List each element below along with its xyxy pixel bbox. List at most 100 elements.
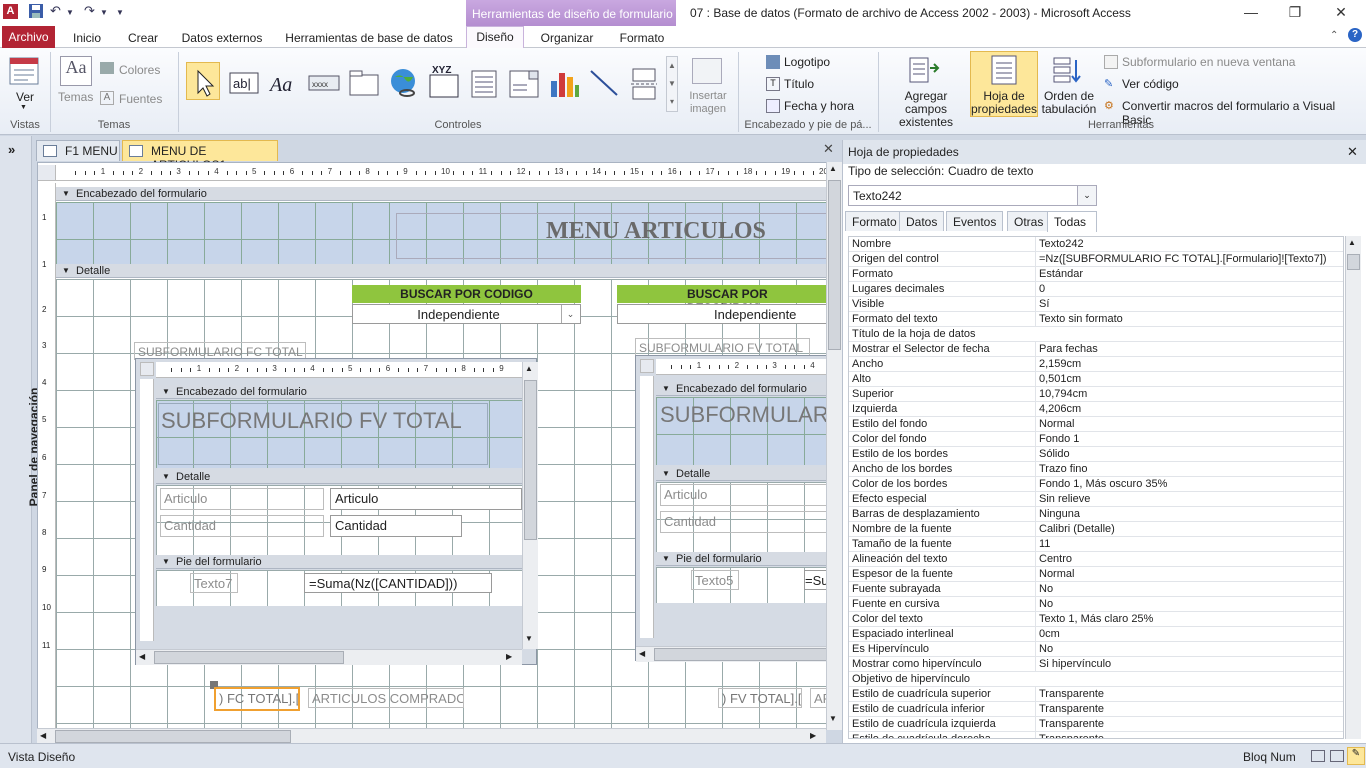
property-grid[interactable]: Nombre Texto242 Origen del control =Nz([SUB… xyxy=(848,236,1344,739)
property-value[interactable]: Centro xyxy=(1035,552,1343,566)
design-hthumb[interactable] xyxy=(55,730,291,743)
property-value[interactable]: 11 xyxy=(1035,537,1343,551)
property-value[interactable]: Texto 1, Más claro 25% xyxy=(1035,612,1343,626)
doc-tab-menu-articulos[interactable]: MENU DE ARTICULOS1 xyxy=(122,140,278,172)
property-value[interactable]: Ninguna xyxy=(1035,507,1343,521)
subform1-footer-section[interactable]: Pie del formulario xyxy=(156,555,522,569)
tab-order-icon[interactable] xyxy=(1052,54,1084,86)
property-value[interactable]: Calibri (Detalle) xyxy=(1035,522,1343,536)
ribbon-minimize-icon[interactable]: ⌃ xyxy=(1330,30,1338,41)
view-dropdown-icon[interactable]: ▼ xyxy=(20,104,27,111)
subform2-detail-section[interactable]: Detalle xyxy=(656,467,827,481)
articulo-field[interactable]: Articulo xyxy=(330,488,522,510)
close-window-icon[interactable]: ✕ xyxy=(1326,4,1356,24)
close-property-sheet-icon[interactable]: ✕ xyxy=(1347,144,1358,160)
redo-dropdown-icon[interactable]: ▼ xyxy=(100,8,108,28)
cantidad-label-2[interactable]: Cantidad xyxy=(660,511,827,533)
property-value[interactable]: 0 xyxy=(1035,282,1343,296)
tab-archivo[interactable]: Archivo xyxy=(2,26,55,48)
suma-cantidad-field[interactable]: =Suma(Nz([CANTIDAD])) xyxy=(304,573,492,593)
section-detail[interactable]: Detalle xyxy=(56,264,827,278)
property-row[interactable]: Efecto especial Sin relieve xyxy=(849,492,1343,507)
subform1-hscrollbar[interactable]: ◀ ▶ xyxy=(136,649,522,665)
select-pointer-icon[interactable] xyxy=(186,62,220,100)
buscar-codigo-header[interactable]: BUSCAR POR CODIGO xyxy=(352,285,581,303)
scroll-left-icon[interactable]: ◀ xyxy=(40,731,46,740)
texto5-label[interactable]: Texto5 xyxy=(691,570,739,590)
property-row[interactable]: Estilo de los bordes Sólido xyxy=(849,447,1343,462)
tab-crear[interactable]: Crear xyxy=(118,28,168,48)
subform1-vscrollbar[interactable]: ▲ ▼ xyxy=(522,362,538,649)
property-value[interactable]: No xyxy=(1035,582,1343,596)
property-value[interactable]: Fondo 1 xyxy=(1035,432,1343,446)
property-row[interactable]: Alineación del texto Centro xyxy=(849,552,1343,567)
property-sheet-label[interactable]: Hoja de propiedades xyxy=(970,90,1038,116)
controls-gallery-scroll[interactable]: ▲ ▼ ▾ xyxy=(666,56,678,112)
cantidad-field[interactable]: Cantidad xyxy=(330,515,462,537)
design-surface[interactable]: 1 2 3 4 5 6 7 8 9 10 11 12 13 14 15 16 17 18 19 20 11234567… xyxy=(37,162,828,730)
tab-herramientas-bd[interactable]: Herramientas de base de datos xyxy=(280,28,458,48)
property-value[interactable]: Transparente xyxy=(1035,687,1343,701)
scroll-left-icon[interactable]: ◀ xyxy=(639,649,645,658)
subform-window-button[interactable]: Subformulario en nueva ventana xyxy=(1122,55,1295,69)
fonts-button[interactable]: Fuentes xyxy=(119,92,162,106)
property-row[interactable]: Título de la hoja de datos xyxy=(849,327,1343,342)
logo-button[interactable]: Logotipo xyxy=(784,55,830,69)
combo-dropdown-icon[interactable]: ⌄ xyxy=(1077,186,1096,205)
subform2-caption-label[interactable]: SUBFORMULARIO FV TOTAL xyxy=(635,338,810,356)
property-value[interactable]: 4,206cm xyxy=(1035,402,1343,416)
hyperlink-control-icon[interactable] xyxy=(386,62,420,100)
customize-qat-icon[interactable]: ▼ xyxy=(116,8,124,28)
design-hscrollbar[interactable]: ◀ ▶ xyxy=(37,728,826,744)
property-row[interactable]: Alto 0,501cm xyxy=(849,372,1343,387)
subform1-title[interactable]: SUBFORMULARIO FV TOTAL xyxy=(158,403,488,465)
listbox-control-icon[interactable] xyxy=(466,62,500,100)
property-row[interactable]: Espaciado interlineal 0cm xyxy=(849,627,1343,642)
nav-pane-toggle-icon[interactable]: » xyxy=(8,142,15,157)
themes-icon[interactable]: Aa xyxy=(60,56,92,86)
view-code-button[interactable]: Ver código xyxy=(1122,77,1179,91)
menu-articulos-title[interactable]: MENU ARTICULOS xyxy=(546,218,766,245)
design-vthumb[interactable] xyxy=(828,180,841,350)
property-row[interactable]: Color del texto Texto 1, Más claro 25% xyxy=(849,612,1343,627)
save-icon[interactable] xyxy=(28,3,44,23)
property-grid-vthumb[interactable] xyxy=(1347,254,1360,270)
prop-tab-eventos[interactable]: Eventos xyxy=(946,211,1004,231)
property-value[interactable]: Transparente xyxy=(1035,702,1343,716)
property-value[interactable]: Normal xyxy=(1035,567,1343,581)
close-doc-icon[interactable]: ✕ xyxy=(823,141,834,157)
add-fields-icon[interactable] xyxy=(908,54,940,86)
tab-control-icon[interactable] xyxy=(346,62,380,100)
subform1-header-section[interactable]: Encabezado del formulario xyxy=(156,385,522,399)
subform1-vthumb[interactable] xyxy=(524,380,537,540)
property-row[interactable]: Mostrar el Selector de fecha Para fechas xyxy=(849,342,1343,357)
property-grid-vscrollbar[interactable]: ▲ xyxy=(1345,236,1361,739)
tab-inicio[interactable]: Inicio xyxy=(62,28,112,48)
chart-control-icon[interactable] xyxy=(546,62,580,100)
property-value[interactable]: Transparente xyxy=(1035,732,1343,738)
property-row[interactable]: Estilo del fondo Normal xyxy=(849,417,1343,432)
property-row[interactable]: Tamaño de la fuente 11 xyxy=(849,537,1343,552)
help-icon[interactable]: ? xyxy=(1348,28,1362,42)
web-browser-control-icon[interactable]: XYZ xyxy=(426,62,460,100)
scroll-down-icon[interactable]: ▼ xyxy=(829,714,837,723)
property-row[interactable]: Lugares decimales 0 xyxy=(849,282,1343,297)
themes-label[interactable]: Temas xyxy=(58,90,93,104)
line-control-icon[interactable] xyxy=(586,62,620,100)
tab-formato[interactable]: Formato xyxy=(610,28,674,48)
buscar-descripcion-header[interactable]: BUSCAR POR DESCRIPCIO xyxy=(617,285,827,315)
property-row[interactable]: Formato Estándar xyxy=(849,267,1343,282)
property-value[interactable]: =Nz([SUBFORMULARIO FC TOTAL].[Formulario… xyxy=(1035,252,1343,266)
subform2-hthumb[interactable] xyxy=(654,648,827,661)
tab-order-button[interactable]: Orden de tabulación xyxy=(1040,90,1098,116)
subform1-hthumb[interactable] xyxy=(154,651,344,664)
property-value[interactable]: Estándar xyxy=(1035,267,1343,281)
property-value[interactable]: Transparente xyxy=(1035,717,1343,731)
scroll-up-icon[interactable]: ▲ xyxy=(829,164,837,173)
articulos-comprados-label[interactable]: ARTICULOS COMPRADOS xyxy=(308,688,464,708)
property-value[interactable]: 0,501cm xyxy=(1035,372,1343,386)
label-control-icon[interactable]: Aa xyxy=(266,62,300,100)
subform2-title[interactable]: SUBFORMULAR xyxy=(658,400,827,430)
property-value[interactable]: Sin relieve xyxy=(1035,492,1343,506)
combo-dropdown-icon[interactable]: ⌄ xyxy=(561,305,579,323)
